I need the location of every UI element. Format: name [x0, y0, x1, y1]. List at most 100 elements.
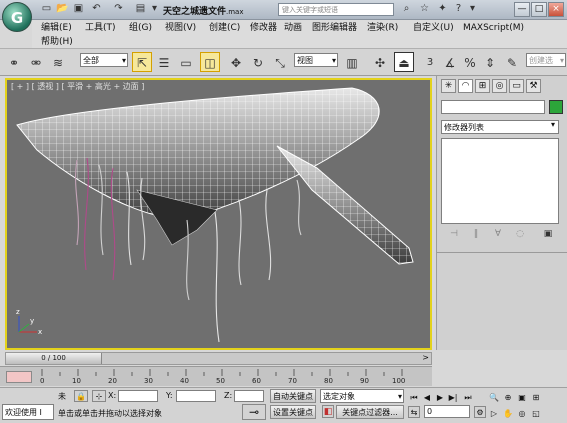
bind-space-warp-icon[interactable]: ≋ [48, 52, 68, 72]
open-file-icon[interactable]: 📂 [56, 3, 69, 15]
y-coord-field[interactable] [176, 390, 216, 402]
key-mode-toggle-icon[interactable]: ⇆ [408, 406, 420, 418]
window-crossing-icon[interactable]: ◫ [200, 52, 220, 72]
select-object-icon[interactable]: ⇱ [132, 52, 152, 72]
minimize-button[interactable]: — [514, 2, 530, 17]
selection-filter-dropdown[interactable]: 全部 [80, 53, 128, 67]
play-icon[interactable]: ▶ [434, 392, 446, 403]
modify-tab-icon[interactable]: ◠ [458, 79, 473, 93]
reference-coordinate-dropdown[interactable]: 视图 [294, 53, 338, 67]
keyboard-shortcut-override-icon[interactable]: ⏏ [394, 52, 414, 72]
named-selection-set-dropdown[interactable]: 创建选 [526, 53, 566, 67]
menu-customize[interactable]: 自定义(U) [412, 21, 455, 35]
auto-key-button[interactable]: 自动关键点 [270, 389, 316, 403]
maximize-button[interactable]: □ [531, 2, 547, 17]
current-frame-field[interactable]: 0 [424, 405, 470, 418]
new-file-icon[interactable]: ▭ [40, 3, 53, 15]
motion-tab-icon[interactable]: ◎ [492, 79, 507, 93]
modifier-stack-list[interactable] [441, 138, 559, 224]
modifier-list-dropdown[interactable]: 修改器列表 [441, 120, 559, 134]
time-configuration-icon[interactable]: ⚙ [474, 406, 486, 418]
zoom-extents-icon[interactable]: ▣ [516, 392, 528, 403]
open-mini-curve-editor-button[interactable] [6, 371, 32, 383]
hierarchy-tab-icon[interactable]: ⊞ [475, 79, 490, 93]
modifier-list-chevron-icon[interactable]: ▾ [551, 120, 555, 129]
menu-edit[interactable]: 编辑(E) [40, 21, 73, 35]
select-and-rotate-icon[interactable]: ↻ [248, 52, 268, 72]
key-filters-button[interactable]: 关键点过滤器... [336, 405, 404, 419]
key-filter-selection-dropdown[interactable]: 选定对象 [320, 389, 404, 403]
edit-named-selection-icon[interactable]: ✎ [502, 52, 522, 72]
rectangular-selection-icon[interactable]: ▭ [176, 52, 196, 72]
search-input[interactable]: 键入关键字或短语 [278, 3, 394, 16]
utilities-tab-icon[interactable]: ⚒ [526, 79, 541, 93]
perspective-viewport[interactable]: [ + ] [ 透视 ] [ 平滑 + 高光 + 边面 ] x z y [5, 78, 432, 350]
snaps-toggle-icon[interactable]: 3 [420, 52, 440, 72]
zoom-icon[interactable]: 🔍 [488, 392, 500, 403]
select-and-scale-icon[interactable]: ⤡ [270, 52, 290, 72]
use-pivot-center-icon[interactable]: ▥ [342, 52, 362, 72]
project-folder-icon[interactable]: ▤ [134, 3, 147, 15]
remove-modifier-icon[interactable]: ◌ [513, 228, 527, 241]
previous-frame-icon[interactable]: ◀ [421, 392, 433, 403]
save-file-icon[interactable]: ▣ [72, 3, 85, 15]
menu-animation[interactable]: 动画 [283, 21, 303, 35]
pin-stack-icon[interactable]: ⊣ [447, 228, 461, 241]
menu-tools[interactable]: 工具(T) [84, 21, 117, 35]
next-frame-icon[interactable]: ▶| [447, 392, 459, 403]
menu-modifiers[interactable]: 修改器 [249, 21, 278, 35]
pan-view-icon[interactable]: ✋ [502, 408, 514, 419]
spinner-snap-icon[interactable]: ⇕ [480, 52, 500, 72]
track-bar[interactable]: 0 10 20 30 40 50 60 70 80 90 100 [38, 366, 432, 386]
maxscript-listener-mini[interactable]: 欢迎使用 I [2, 404, 54, 420]
time-slider-next-icon[interactable]: > [422, 353, 429, 362]
set-key-button[interactable]: 设置关键点 [270, 405, 316, 419]
field-of-view-icon[interactable]: ▷ [488, 408, 500, 419]
go-to-start-icon[interactable]: ⏮ [408, 392, 420, 403]
display-tab-icon[interactable]: ▭ [509, 79, 524, 93]
z-coord-field[interactable] [234, 390, 264, 402]
create-tab-icon[interactable]: ✳ [441, 79, 456, 93]
x-coord-field[interactable] [118, 390, 158, 402]
select-and-move-icon[interactable]: ✥ [226, 52, 246, 72]
selection-lock-icon[interactable]: 🔒 [74, 390, 88, 402]
angle-snap-icon[interactable]: ∡ [440, 52, 460, 72]
orbit-icon[interactable]: ◎ [516, 408, 528, 419]
app-logo-icon[interactable]: G [2, 2, 32, 32]
time-slider[interactable]: 0 / 100 > [5, 352, 432, 365]
zoom-all-icon[interactable]: ⊕ [502, 392, 514, 403]
percent-snap-icon[interactable]: % [460, 52, 480, 72]
menu-rendering[interactable]: 渲染(R) [366, 21, 399, 35]
search-icon[interactable]: ⌕ [400, 3, 413, 15]
object-name-field[interactable] [441, 100, 545, 114]
redo-icon[interactable]: ↷ [112, 3, 125, 15]
go-to-end-icon[interactable]: ⏭ [462, 392, 474, 403]
menu-maxscript[interactable]: MAXScript(M) [462, 21, 525, 35]
close-button[interactable]: × [548, 2, 564, 17]
show-end-result-icon[interactable]: ‖ [469, 228, 483, 241]
unlink-icon[interactable]: ⚮ [26, 52, 46, 72]
communication-center-icon[interactable]: ☆ [418, 3, 431, 15]
key-mode-icon[interactable]: ◧ [322, 405, 334, 418]
favorites-icon[interactable]: ✦ [436, 3, 449, 15]
absolute-mode-toggle-icon[interactable]: ⊹ [92, 390, 106, 402]
configure-modifier-sets-icon[interactable]: ▣ [541, 228, 555, 241]
menu-graph-editors[interactable]: 图形编辑器 [311, 21, 358, 35]
set-key-icon[interactable]: ⊸ [242, 404, 266, 420]
select-by-name-icon[interactable]: ☰ [154, 52, 174, 72]
object-color-swatch[interactable] [549, 100, 563, 114]
select-manipulate-icon[interactable]: ✣ [370, 52, 390, 72]
menu-help[interactable]: 帮助(H) [40, 35, 74, 49]
help-icon[interactable]: ? [452, 3, 465, 15]
undo-icon[interactable]: ↶ [90, 3, 103, 15]
menu-group[interactable]: 组(G) [128, 21, 153, 35]
menu-views[interactable]: 视图(V) [164, 21, 197, 35]
select-and-link-icon[interactable]: ⚭ [4, 52, 24, 72]
quick-access-dropdown-icon[interactable]: ▾ [148, 3, 161, 15]
maximize-viewport-icon[interactable]: ◱ [530, 408, 542, 419]
menu-create[interactable]: 创建(C) [208, 21, 241, 35]
help-dropdown-icon[interactable]: ▾ [466, 3, 479, 15]
zoom-extents-all-icon[interactable]: ⊞ [530, 392, 542, 403]
make-unique-icon[interactable]: ∀ [491, 228, 505, 241]
time-slider-thumb[interactable]: 0 / 100 [6, 353, 102, 364]
